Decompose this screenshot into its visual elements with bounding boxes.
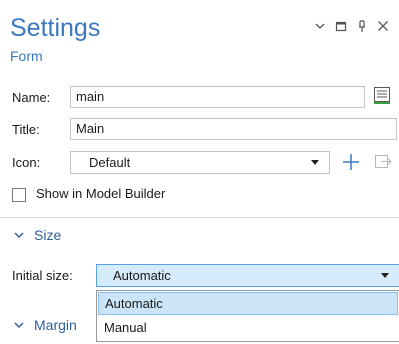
add-icon[interactable] <box>341 152 361 175</box>
size-section-title: Size <box>34 227 62 243</box>
pin-icon[interactable] <box>356 18 368 34</box>
margins-section-title: Margin <box>34 317 77 333</box>
dropdown-option-automatic[interactable]: Automatic <box>98 292 398 315</box>
size-section-header[interactable]: Size <box>14 227 61 243</box>
initial-size-select[interactable]: Automatic <box>96 264 399 287</box>
name-label: Name: <box>12 90 51 105</box>
chevron-down-icon <box>14 227 24 243</box>
show-in-model-builder-checkbox[interactable] <box>12 188 26 202</box>
icon-label: Icon: <box>12 155 41 170</box>
chevron-down-icon[interactable] <box>314 18 326 34</box>
title-field[interactable]: Main <box>70 118 397 140</box>
chevron-down-icon <box>311 160 319 165</box>
close-icon[interactable] <box>377 18 389 34</box>
divider <box>0 217 399 218</box>
margins-section-header[interactable]: Margin <box>14 317 77 333</box>
initial-size-value: Automatic <box>113 268 171 283</box>
panel-subtitle: Form <box>10 48 43 64</box>
chevron-down-icon <box>381 273 389 278</box>
show-in-model-builder-label: Show in Model Builder <box>36 186 166 201</box>
panel-title: Settings <box>10 14 101 42</box>
import-icon[interactable] <box>373 153 393 174</box>
icon-select[interactable]: Default <box>70 151 330 174</box>
title-label: Title: <box>12 122 40 137</box>
dropdown-option-manual[interactable]: Manual <box>98 316 398 339</box>
chevron-down-icon <box>14 317 24 333</box>
name-field[interactable]: main <box>70 86 365 108</box>
icon-select-value: Default <box>89 155 131 170</box>
initial-size-dropdown: Automatic Manual <box>96 290 399 342</box>
maximize-icon[interactable] <box>335 18 347 34</box>
edit-document-icon[interactable] <box>373 86 391 109</box>
initial-size-label: Initial size: <box>12 268 73 283</box>
